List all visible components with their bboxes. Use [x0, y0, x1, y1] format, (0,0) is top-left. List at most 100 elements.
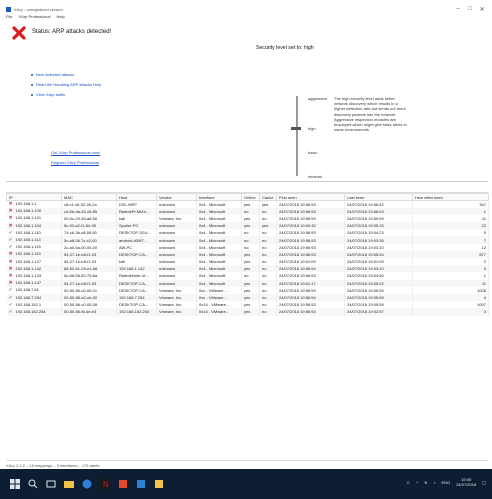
table-cell: 877 [412, 250, 489, 258]
table-row[interactable]: ✓ 192.168.7.61 00-50-56-c0-00-01 DESKTOP-CA… [6, 286, 489, 294]
table-cell: ✓ 192.168.7.254 [6, 293, 62, 302]
table-cell: 24/07/2018 19:04:23 [344, 229, 413, 237]
alert-x-icon: ✕ [8, 201, 13, 208]
table-cell: 0x4 - Microsoft [196, 243, 242, 251]
table-cell: 0x4 - Microsoft [196, 279, 242, 287]
alert-x-icon: ✕ [8, 265, 13, 272]
host-table-panel: IP MAC Host Vendor Interface Online Cache First… [6, 186, 489, 458]
column-header[interactable]: Interface [196, 193, 242, 201]
column-header[interactable]: Vendor [156, 193, 197, 201]
table-cell: 24/07/2018 19:05:59 [344, 293, 413, 302]
ip-text: 192.168.1.143 [15, 272, 42, 278]
register-pro-link[interactable]: Register XArp Professional [51, 160, 100, 165]
status-panel: Status: ARP attacks detected! Security l… [6, 22, 488, 182]
alert-x-icon: ✕ [8, 208, 13, 215]
ip-text: 192.168.1.104 [15, 222, 42, 228]
column-header[interactable]: Host [116, 193, 157, 201]
table-row[interactable]: ✕ 192.168.1.104 5c-93-a2-f1-64-95 Spoiler-P… [6, 222, 489, 230]
table-row[interactable]: ✓ 192.168.152.254 00-50-56-f6-4e-e3 192.168… [6, 308, 489, 316]
column-header[interactable]: How often seen [412, 193, 489, 201]
ok-check-icon: ✓ [8, 229, 13, 236]
security-level-text: Security level set to: high [256, 45, 314, 51]
app-icon-red[interactable] [118, 479, 128, 489]
table-row[interactable]: ✓ 192.168.1.115 2c-a0-5a-00-00-00 AW-PC unkn… [6, 243, 489, 251]
link-handling-help[interactable]: Read the Handling ARP attacks Help [31, 82, 101, 87]
menu-file[interactable]: File [6, 14, 12, 21]
table-cell: 24/07/2018 19:01:17 [276, 279, 345, 287]
table-row[interactable]: ✓ 192.168.1.114 5c-a8-06-7c-c2-00 android-d… [6, 236, 489, 244]
link-new-attacks[interactable]: New detected attacks [31, 72, 101, 77]
people-icon[interactable]: ☺ [406, 480, 410, 485]
app-icon-yellow[interactable] [154, 479, 164, 489]
app-icon-blue[interactable] [136, 479, 146, 489]
table-cell: 0x14 - VMware... [196, 301, 242, 309]
language-indicator[interactable]: ENG [442, 480, 451, 485]
table-row[interactable]: ✓ 192.168.7.254 00-50-56-e2-cb-00 192.168.7… [6, 293, 489, 302]
edge-browser-icon[interactable] [82, 479, 92, 489]
table-row[interactable]: ✕ 192.168.1.127 54-27-1e-b8-f1-03 kali unkno… [6, 258, 489, 266]
table-cell: ✓ 192.168.152.254 [6, 308, 62, 316]
table-cell: 1 [412, 272, 489, 280]
table-row[interactable]: ✕ 192.168.1.143 0c-88-58-50-75-8a RadmirNot… [6, 272, 489, 280]
maximize-button[interactable]: □ [464, 6, 476, 12]
chevron-up-icon[interactable]: ^ [416, 480, 418, 485]
link-view-traffic[interactable]: View XArp traffic [31, 92, 101, 97]
ip-text: 192.168.152.254 [15, 308, 46, 314]
ip-text: 192.168.1.142 [15, 265, 42, 271]
table-cell: Spoiler-PC [116, 222, 157, 230]
table-cell: yes [259, 200, 277, 208]
table-cell: ✓ 192.168.1.115 [6, 243, 62, 251]
column-header[interactable]: IP [6, 193, 62, 201]
table-row[interactable]: ✕ 192.168.1.119 54-27-1e-b8-f1-03 DESKTOP-C… [6, 250, 489, 258]
alert-x-icon: ✕ [8, 272, 13, 279]
search-icon[interactable] [28, 479, 38, 489]
column-header[interactable]: First seen [276, 193, 345, 201]
column-header[interactable]: MAC [61, 193, 117, 201]
minimize-button[interactable]: – [452, 6, 464, 12]
table-cell: 24/07/2018 19:56:53 [276, 272, 345, 280]
table-cell: 24/07/2018 19:56:54 [276, 293, 345, 302]
netflix-icon[interactable]: N [100, 479, 110, 489]
table-cell: no [259, 229, 277, 237]
table-row[interactable]: ✕ 192.168.1.1 c8-c1-c6-32-26-2a DSL-WRT unkn… [6, 200, 489, 208]
volume-icon[interactable]: ♪ [434, 480, 436, 485]
table-cell: 0x4 - Microsoft [196, 265, 242, 273]
table-row[interactable]: ✕ 192.168.1.142 68-52-b1-04-e1-66 192.168.1… [6, 265, 489, 273]
table-cell: 0x4 - Microsoft [196, 222, 242, 230]
clock[interactable]: 19:05 24/07/2018 [456, 477, 476, 487]
table-header: IP MAC Host Vendor Interface Online Cache First… [6, 193, 489, 201]
column-header[interactable]: Cache [259, 193, 277, 201]
windows-start-icon[interactable] [10, 479, 20, 489]
column-header[interactable]: Online [241, 193, 260, 201]
table-cell: 0x4 - Microsoft [196, 272, 242, 280]
table-cell: 00-50-56-c0-00-01 [61, 286, 117, 294]
table-cell: ✓ 192.168.1.114 [6, 236, 62, 244]
notification-icon[interactable]: ▢ [482, 480, 486, 485]
system-tray: ☺ ^ ≋ ♪ ENG 19:05 24/07/2018 ▢ [406, 477, 486, 487]
file-explorer-icon[interactable] [64, 479, 74, 489]
table-row[interactable]: ✕ 192.168.1.101 00-0c-29-39-a8-56 kali Vmwar… [6, 214, 489, 223]
ip-text: 192.168.152.1 [15, 301, 42, 307]
security-level-slider-thumb[interactable] [291, 127, 301, 130]
get-pro-link[interactable]: Get XArp Professional now! [51, 150, 100, 155]
security-level-slider[interactable] [296, 96, 298, 176]
table-cell: 24/07/2018 19:05:59 [344, 286, 413, 294]
table-row[interactable]: ✓ 192.168.152.1 00-50-56-c0-00-08 DESKTOP-C… [6, 301, 489, 309]
menu-help[interactable]: Help [56, 14, 64, 21]
filter-row[interactable] [6, 186, 488, 193]
table-cell: no [259, 272, 277, 280]
level-aggressive: aggressive [308, 96, 328, 101]
menu-xarp-professional[interactable]: XArp Professional [18, 14, 50, 21]
network-icon[interactable]: ≋ [424, 480, 427, 485]
table-cell: unknown [156, 279, 197, 287]
close-button[interactable]: ✕ [476, 6, 488, 13]
table-row[interactable]: ✕ 192.168.1.147 54-27-1e-b8-f1-03 DESKTOP-C… [6, 279, 489, 287]
table-cell: 24/07/2018 19:56:53 [276, 214, 345, 223]
table-row[interactable]: ✕ 192.168.1.100 c4-8b-da-43-18-85 RadmirPr.… [6, 207, 489, 215]
table-cell: RadmirPr.MiZa... [116, 207, 157, 215]
column-header[interactable]: Last seen [344, 193, 413, 201]
level-high: high [308, 126, 316, 131]
table-cell: ✕ 192.168.1.127 [6, 258, 62, 266]
task-view-icon[interactable] [46, 479, 56, 489]
table-row[interactable]: ✓ 192.168.1.110 74-c6-3b-c8-59-60 DESKTOP-3… [6, 229, 489, 237]
